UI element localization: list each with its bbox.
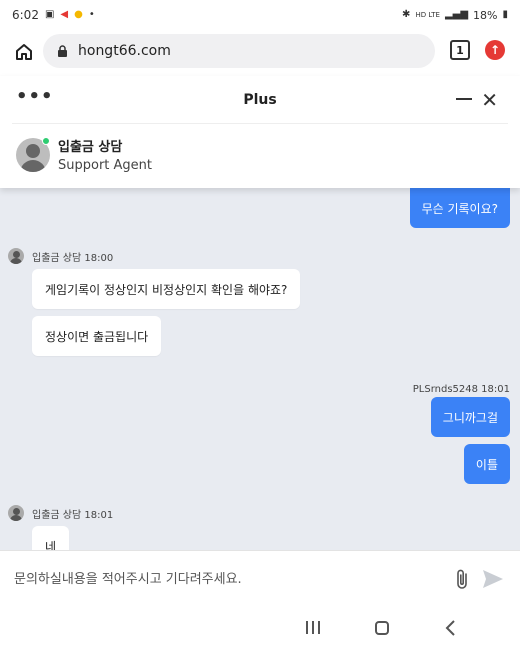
message-outgoing: 무슨 기록이요?: [409, 188, 510, 228]
status-bar: 6:02 ▣ ◀ ● • ✱ HD LTE ▂▄▆ 18% ▮: [0, 0, 520, 30]
android-home-icon[interactable]: [375, 621, 389, 635]
tab-switcher-button[interactable]: 1: [450, 40, 470, 60]
battery-icon: ▮: [502, 9, 508, 20]
agent-meta-text: 입출금 상담 18:01: [32, 509, 114, 521]
url-text: hongt66.com: [78, 43, 171, 59]
lock-icon: [57, 44, 68, 58]
signal-icon: ▂▄▆: [444, 9, 469, 20]
send-icon[interactable]: [482, 569, 504, 593]
message-input[interactable]: [14, 572, 434, 587]
tab-count: 1: [456, 43, 464, 57]
back-icon[interactable]: [444, 619, 456, 642]
minimize-icon[interactable]: [456, 98, 472, 100]
chat-header: ••• Plus ✕ 입출금 상담 Support Agent: [0, 76, 520, 188]
home-icon: [16, 44, 32, 60]
battery-level: 18%: [473, 8, 498, 22]
agent-mini-avatar: [8, 505, 24, 521]
close-icon[interactable]: ✕: [481, 90, 498, 110]
status-right: ✱ HD LTE ▂▄▆ 18% ▮: [402, 9, 508, 22]
agent-name: 입출금 상담: [58, 140, 123, 155]
megaphone-notification-icon: ◀: [60, 9, 69, 20]
more-notifications-icon: •: [88, 9, 95, 20]
message-incoming: 네: [32, 526, 70, 550]
home-button[interactable]: [2, 30, 46, 74]
chat-messages[interactable]: 무슨 기록이요? 입출금 상담 18:00 게임기록이 정상인지 비정상인지 확…: [0, 188, 520, 550]
user-message-meta: PLSrnds5248 18:01: [412, 384, 510, 395]
agent-text: 입출금 상담 Support Agent: [58, 136, 152, 173]
system-nav-bar: [0, 608, 520, 649]
browser-toolbar: hongt66.com 1 ↑: [0, 30, 520, 74]
attach-icon[interactable]: [455, 568, 469, 594]
agent-info: 입출금 상담 Support Agent: [0, 124, 520, 185]
chat-title: Plus: [243, 91, 277, 108]
agent-role: Support Agent: [58, 158, 153, 173]
message-incoming: 정상이면 출금됩니다: [32, 316, 162, 356]
message-composer: [0, 550, 520, 608]
agent-message-meta: 입출금 상담 18:01: [8, 505, 113, 521]
message-incoming: 게임기록이 정상인지 비정상인지 확인을 해야죠?: [32, 269, 301, 309]
status-left: 6:02 ▣ ◀ ● •: [12, 8, 95, 22]
app-notification-icon: ●: [74, 9, 83, 20]
message-outgoing: 그니까그걸: [430, 397, 510, 437]
agent-mini-avatar: [8, 248, 24, 264]
chat-header-top: ••• Plus ✕: [12, 76, 508, 124]
network-type: HD LTE: [415, 11, 440, 19]
agent-message-meta: 입출금 상담 18:00: [8, 248, 113, 264]
status-time: 6:02: [12, 8, 39, 22]
message-outgoing: 이틀: [463, 444, 510, 484]
address-bar[interactable]: hongt66.com: [43, 34, 435, 68]
browser-menu-icon: ↑: [489, 43, 501, 57]
bluetooth-icon: ✱: [402, 9, 411, 20]
gallery-notification-icon: ▣: [44, 9, 55, 20]
recent-apps-icon[interactable]: [306, 621, 320, 634]
agent-meta-text: 입출금 상담 18:00: [32, 252, 114, 264]
online-status-icon: [42, 137, 50, 145]
browser-menu-button[interactable]: ↑: [485, 40, 505, 60]
